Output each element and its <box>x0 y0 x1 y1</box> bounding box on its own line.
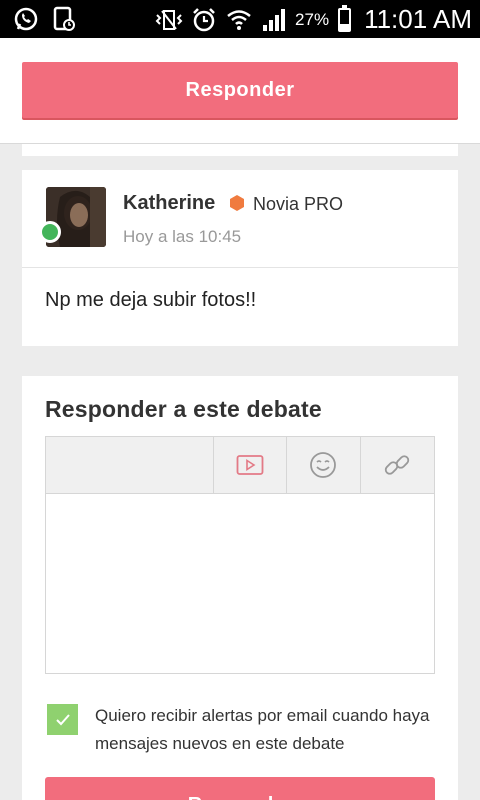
respond-button[interactable]: Responder <box>22 62 458 118</box>
status-bar: 27% 11:01 AM <box>0 0 480 38</box>
whatsapp-icon <box>12 5 40 33</box>
user-badge-label: Novia PRO <box>253 194 344 214</box>
battery-icon <box>338 4 352 32</box>
insert-video-button[interactable] <box>213 437 286 493</box>
alarm-icon <box>190 6 218 34</box>
post-body: Np me deja subir fotos!! <box>45 289 257 311</box>
link-icon <box>384 455 410 475</box>
email-alerts-checkbox[interactable] <box>47 704 78 735</box>
emoji-icon <box>310 452 336 478</box>
editor-toolbar <box>46 437 434 494</box>
vibrate-icon <box>155 6 183 34</box>
wifi-icon <box>225 6 253 34</box>
video-icon <box>236 455 264 475</box>
submit-reply-button[interactable]: Responder <box>45 777 435 800</box>
clock: 11:01 AM <box>364 4 472 34</box>
screenshot-icon <box>50 5 78 33</box>
reply-editor <box>45 436 435 674</box>
checkmark-icon <box>55 713 70 725</box>
reply-form: Responder a este debate Quiero recibir a… <box>22 376 458 800</box>
signal-icon <box>260 6 288 34</box>
author-name[interactable]: Katherine <box>123 192 215 215</box>
battery-percent: 27% <box>295 9 330 29</box>
post-timestamp: Hoy a las 10:45 <box>123 227 242 246</box>
reply-textarea[interactable] <box>46 494 434 673</box>
reply-form-title: Responder a este debate <box>45 396 322 422</box>
previous-post-card <box>22 144 458 156</box>
insert-emoji-button[interactable] <box>286 437 359 493</box>
email-alerts-label[interactable]: Quiero recibir alertas por email cuando … <box>95 702 435 758</box>
post-header: Katherine Novia PRO Hoy a las 10:45 <box>22 170 458 268</box>
insert-link-button[interactable] <box>360 437 433 493</box>
online-status-dot <box>39 221 61 243</box>
pro-badge-icon <box>230 195 244 211</box>
top-action-bar: Responder <box>0 38 480 144</box>
post-card: Katherine Novia PRO Hoy a las 10:45 Np m… <box>22 170 458 346</box>
